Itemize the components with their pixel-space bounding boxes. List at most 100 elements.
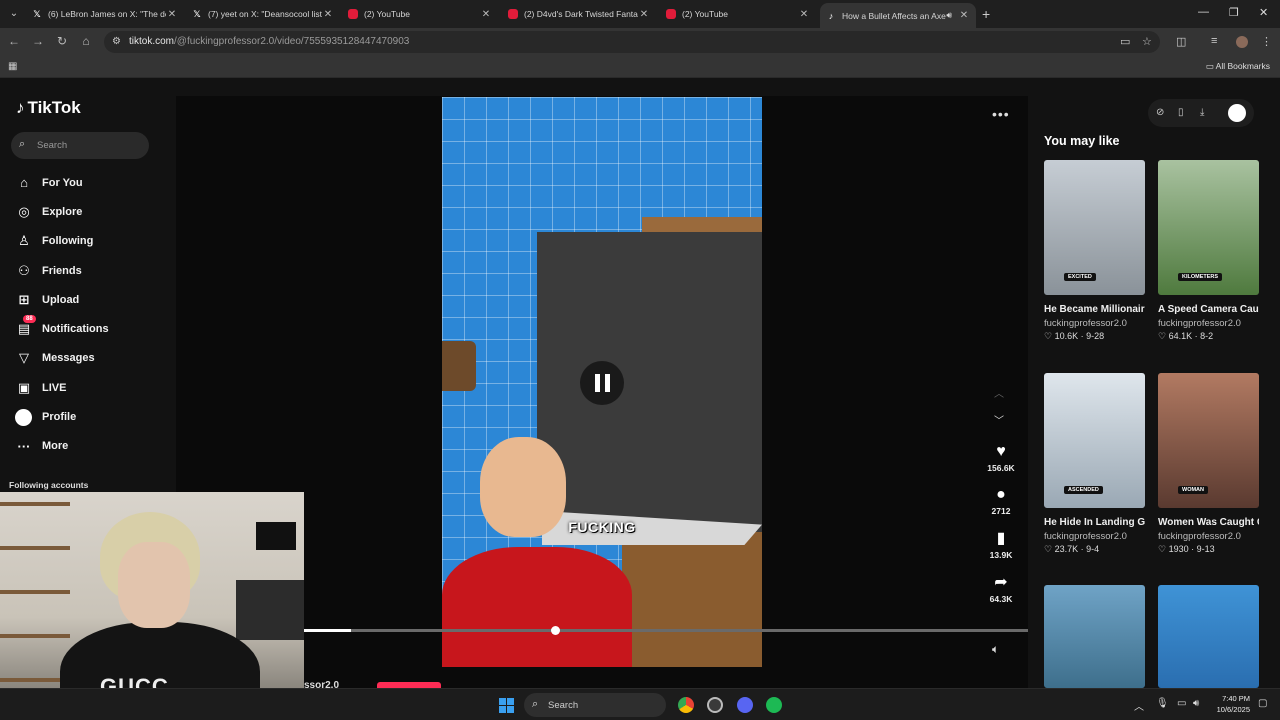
apps-grid-icon[interactable]: ▦ bbox=[8, 61, 17, 72]
extensions-icon[interactable]: ◫ bbox=[1176, 35, 1186, 48]
card-title[interactable]: Women Was Caught Cheating On Her... bbox=[1158, 515, 1259, 530]
previous-video-icon[interactable]: ︿ bbox=[994, 385, 1004, 400]
like-button[interactable]: ♥ 156.6K bbox=[980, 442, 1022, 473]
restore-icon[interactable]: ❐ bbox=[1229, 6, 1239, 19]
tiktok-logo[interactable]: ♪ TikTok bbox=[16, 98, 81, 118]
notification-center-icon[interactable]: ▢ bbox=[1258, 698, 1267, 709]
close-icon[interactable]: ✕ bbox=[166, 9, 178, 20]
card-meta: ♡ 10.6K · 9-28 bbox=[1044, 331, 1105, 341]
close-icon[interactable]: ✕ bbox=[638, 9, 650, 20]
speaker-icon[interactable]: 🔊︎ bbox=[946, 10, 952, 21]
microphone-icon[interactable]: 🎙︎ bbox=[1156, 698, 1169, 709]
autoscroll-icon[interactable]: ⊘ bbox=[1156, 107, 1164, 118]
search-input[interactable]: ⌕ Search bbox=[11, 132, 149, 159]
card-author[interactable]: fuckingprofessor2.0 bbox=[1158, 531, 1259, 542]
card-author[interactable]: fuckingprofessor2.0 bbox=[1044, 318, 1145, 329]
sidebar-item-profile[interactable]: Profile bbox=[15, 402, 109, 431]
close-icon[interactable]: ✕ bbox=[322, 9, 334, 20]
sidebar-item-notifications[interactable]: ▤ 88 Notifications bbox=[15, 314, 109, 343]
volume-icon[interactable]: 🔈︎ bbox=[992, 642, 999, 657]
windows-start-icon[interactable] bbox=[499, 698, 514, 713]
home-icon[interactable]: ⌂ bbox=[78, 34, 94, 48]
menu-icon[interactable]: ⋮ bbox=[1261, 35, 1272, 48]
profile-avatar bbox=[15, 408, 32, 426]
card-author[interactable]: fuckingprofessor2.0 bbox=[1044, 531, 1145, 542]
recommended-video-card[interactable]: KILOMETERS A Speed Camera Caught A Pegio… bbox=[1158, 160, 1259, 342]
sidebar-item-friends[interactable]: ⚇ Friends bbox=[15, 256, 109, 285]
recommended-video-card[interactable]: WOMAN Women Was Caught Cheating On Her..… bbox=[1158, 373, 1259, 555]
close-icon[interactable]: ✕ bbox=[798, 9, 810, 20]
browser-tab[interactable]: 𝕏 (7) yeet on X: "Deansocool lists ✕ bbox=[186, 3, 340, 25]
profile-avatar[interactable] bbox=[1228, 104, 1246, 122]
close-icon[interactable]: ✕ bbox=[480, 9, 492, 20]
notification-badge: 88 bbox=[23, 315, 36, 324]
video-thumbnail[interactable] bbox=[1158, 585, 1259, 688]
obs-icon[interactable] bbox=[707, 697, 723, 713]
speaker-icon[interactable]: 🔊︎ bbox=[1193, 698, 1199, 709]
next-video-icon[interactable]: ﹀ bbox=[994, 412, 1004, 427]
taskbar-clock[interactable]: 7:40 PM 10/6/2025 bbox=[1208, 693, 1250, 715]
sidebar-item-live[interactable]: ▣ LIVE bbox=[15, 373, 109, 402]
comment-button[interactable]: ● 2712 bbox=[980, 485, 1022, 516]
video-thumbnail[interactable]: ASCENDED bbox=[1044, 373, 1145, 508]
recommended-video-card[interactable] bbox=[1044, 585, 1145, 688]
sidebar-item-messages[interactable]: ▽ Messages bbox=[15, 344, 109, 373]
forward-icon[interactable]: → bbox=[30, 34, 46, 48]
recommended-video-card[interactable]: EXCITED He Became Millionaire Overnig...… bbox=[1044, 160, 1145, 342]
card-title[interactable]: A Speed Camera Caught A Pegion ... bbox=[1158, 302, 1259, 317]
close-window-icon[interactable]: ✕ bbox=[1259, 6, 1268, 19]
chrome-icon[interactable] bbox=[678, 697, 694, 713]
card-title[interactable]: He Became Millionaire Overnig... bbox=[1044, 302, 1145, 317]
video-progress-bar[interactable] bbox=[304, 626, 1028, 635]
browser-tab[interactable]: (2) YouTube ✕ bbox=[342, 3, 498, 25]
card-author[interactable]: fuckingprofessor2.0 bbox=[1158, 318, 1259, 329]
youtube-icon bbox=[348, 9, 358, 19]
video-thumbnail[interactable]: WOMAN bbox=[1158, 373, 1259, 508]
download-icon[interactable]: ⤓ bbox=[1200, 107, 1204, 118]
discord-icon[interactable] bbox=[737, 697, 753, 713]
minimize-icon[interactable]: — bbox=[1198, 6, 1209, 18]
tab-search-icon[interactable]: ⌄ bbox=[6, 6, 22, 22]
all-bookmarks-button[interactable]: ▭ All Bookmarks bbox=[1206, 61, 1270, 72]
sidebar-item-more[interactable]: ··· More bbox=[15, 432, 109, 461]
more-options-icon[interactable]: ••• bbox=[992, 106, 1010, 122]
like-count: 156.6K bbox=[987, 463, 1015, 473]
save-button[interactable]: ▮ 13.9K bbox=[980, 529, 1022, 560]
url-host: tiktok.com bbox=[129, 36, 175, 47]
browser-tab[interactable]: (2) YouTube ✕ bbox=[660, 3, 816, 25]
share-icon: ➦ bbox=[994, 574, 1008, 591]
profile-avatar-icon[interactable] bbox=[1236, 36, 1248, 48]
taskbar-search[interactable]: ⌕ Search bbox=[524, 693, 666, 717]
heart-icon: ♡ bbox=[1044, 544, 1055, 554]
video-thumbnail[interactable] bbox=[1044, 585, 1145, 688]
recommended-video-card[interactable] bbox=[1158, 585, 1259, 688]
video-thumbnail[interactable]: KILOMETERS bbox=[1158, 160, 1259, 295]
spotify-icon[interactable] bbox=[766, 697, 782, 713]
video-thumbnail[interactable]: EXCITED bbox=[1044, 160, 1145, 295]
new-tab-button[interactable]: + bbox=[982, 6, 990, 22]
browser-tab[interactable]: 𝕏 (6) LeBron James on X: "The de ✕ bbox=[26, 3, 184, 25]
share-button[interactable]: ➦ 64.3K bbox=[980, 573, 1022, 604]
card-title[interactable]: He Hide In Landing Gear Of Airplane ... bbox=[1044, 515, 1145, 530]
sidebar-item-for-you[interactable]: ⌂ For You bbox=[15, 168, 109, 197]
reload-icon[interactable]: ↻ bbox=[54, 34, 70, 48]
progress-knob[interactable] bbox=[551, 626, 560, 635]
sidebar-item-explore[interactable]: ◎ Explore bbox=[15, 197, 109, 226]
sidebar-item-upload[interactable]: ⊞ Upload bbox=[15, 285, 109, 314]
site-info-icon[interactable]: ⚙ bbox=[112, 36, 121, 47]
network-icon[interactable]: ▭ bbox=[1177, 698, 1186, 709]
device-icon[interactable]: ▯ bbox=[1178, 107, 1184, 118]
bookmark-star-icon[interactable]: ☆ bbox=[1142, 35, 1152, 48]
sidebar-item-following[interactable]: ♙ Following bbox=[15, 227, 109, 256]
live-icon: ▣ bbox=[17, 379, 31, 395]
reading-list-icon[interactable]: ≡ bbox=[1211, 35, 1217, 47]
back-icon[interactable]: ← bbox=[6, 34, 22, 48]
address-bar[interactable]: ⚙ tiktok.com/@fuckingprofessor2.0/video/… bbox=[104, 31, 1160, 53]
cast-icon[interactable]: ▭ bbox=[1120, 35, 1130, 48]
close-icon[interactable]: ✕ bbox=[958, 10, 970, 21]
pause-button[interactable] bbox=[580, 361, 624, 405]
recommended-video-card[interactable]: ASCENDED He Hide In Landing Gear Of Airp… bbox=[1044, 373, 1145, 555]
browser-tab-active[interactable]: ♪ How a Bullet Affects an Axe 🔊︎ ✕ bbox=[820, 3, 976, 28]
browser-tab[interactable]: (2) D4vd's Dark Twisted Fantasy ✕ bbox=[502, 3, 656, 25]
tray-chevron-icon[interactable]: ︿ bbox=[1134, 698, 1144, 713]
